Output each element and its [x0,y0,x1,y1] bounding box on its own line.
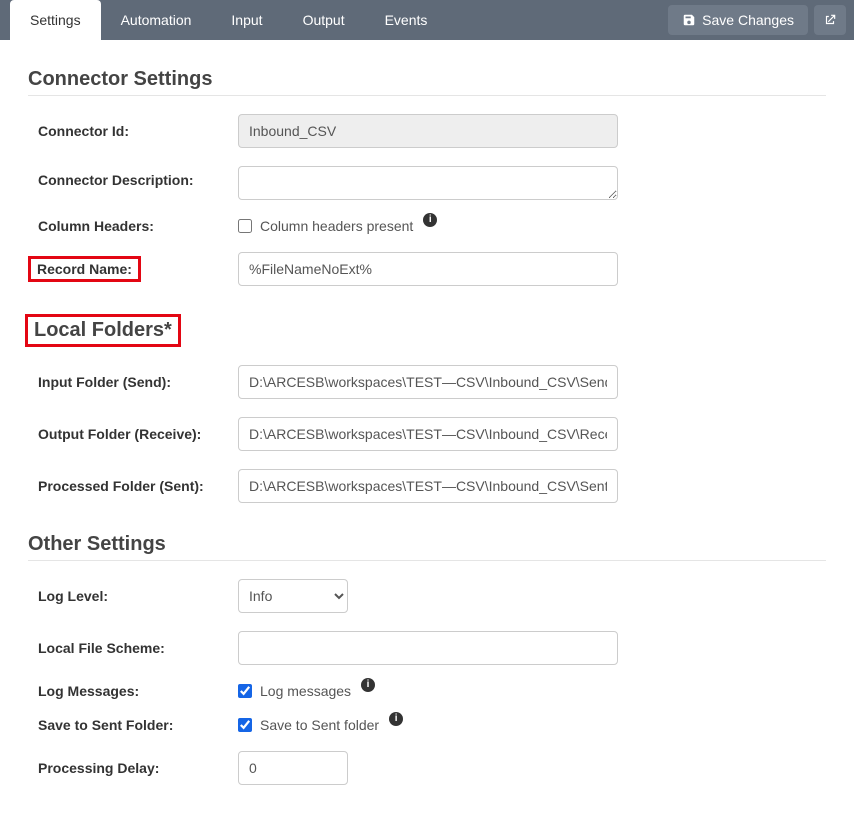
label-record-name: Record Name: [28,256,141,282]
log-messages-checkbox[interactable] [238,684,252,698]
row-connector-id: Connector Id: [28,114,826,148]
label-processed-folder: Processed Folder (Sent): [28,478,238,494]
tab-output[interactable]: Output [283,0,365,40]
info-icon[interactable]: i [361,678,375,692]
label-record-name-wrap: Record Name: [28,256,238,282]
info-icon[interactable]: i [423,213,437,227]
label-log-messages: Log Messages: [28,683,238,699]
connector-settings-title: Connector Settings [28,68,826,91]
save-icon [682,13,696,27]
external-link-icon [823,13,837,27]
row-log-messages: Log Messages: Log messages i [28,683,826,699]
row-record-name: Record Name: [28,252,826,286]
label-local-file-scheme: Local File Scheme: [28,640,238,656]
open-external-button[interactable] [814,5,846,35]
save-to-sent-cb-label: Save to Sent folder [260,717,379,733]
row-processed-folder: Processed Folder (Sent): [28,469,826,503]
local-file-scheme-field[interactable] [238,631,618,665]
row-log-level: Log Level: Info [28,579,826,613]
content: Connector Settings Connector Id: Connect… [0,40,854,833]
label-processing-delay: Processing Delay: [28,760,238,776]
row-output-folder: Output Folder (Receive): [28,417,826,451]
row-connector-description: Connector Description: [28,166,826,200]
local-folders-title: Local Folders* [34,319,172,341]
log-messages-cb-label: Log messages [260,683,351,699]
record-name-field[interactable] [238,252,618,286]
label-input-folder: Input Folder (Send): [28,374,238,390]
topbar-spacer [447,0,668,40]
connector-description-field[interactable] [238,166,618,200]
label-connector-id: Connector Id: [28,123,238,139]
processing-delay-field[interactable] [238,751,348,785]
tab-automation[interactable]: Automation [101,0,212,40]
info-icon[interactable]: i [389,712,403,726]
label-connector-description: Connector Description: [28,166,238,188]
label-log-level: Log Level: [28,588,238,604]
other-settings-title: Other Settings [28,533,826,556]
topbar-buttons: Save Changes [668,0,854,40]
column-headers-checkbox[interactable] [238,219,252,233]
tab-events[interactable]: Events [365,0,448,40]
divider [28,560,826,561]
save-to-sent-checkbox[interactable] [238,718,252,732]
column-headers-cb-label: Column headers present [260,218,413,234]
tabs: Settings Automation Input Output Events [10,0,447,40]
row-processing-delay: Processing Delay: [28,751,826,785]
input-folder-field[interactable] [238,365,618,399]
label-column-headers: Column Headers: [28,218,238,234]
row-column-headers: Column Headers: Column headers present i [28,218,826,234]
output-folder-field[interactable] [238,417,618,451]
save-changes-label: Save Changes [702,12,794,28]
tab-input[interactable]: Input [211,0,282,40]
local-folders-title-wrap: Local Folders* [25,314,826,347]
tab-settings[interactable]: Settings [10,0,101,40]
divider [28,95,826,96]
connector-id-field[interactable] [238,114,618,148]
save-changes-button[interactable]: Save Changes [668,5,808,35]
label-save-to-sent: Save to Sent Folder: [28,717,238,733]
row-input-folder: Input Folder (Send): [28,365,826,399]
topbar: Settings Automation Input Output Events … [0,0,854,40]
log-level-select[interactable]: Info [238,579,348,613]
row-local-file-scheme: Local File Scheme: [28,631,826,665]
row-save-to-sent: Save to Sent Folder: Save to Sent folder… [28,717,826,733]
local-folders-title-box: Local Folders* [25,314,181,347]
label-output-folder: Output Folder (Receive): [28,426,238,442]
processed-folder-field[interactable] [238,469,618,503]
